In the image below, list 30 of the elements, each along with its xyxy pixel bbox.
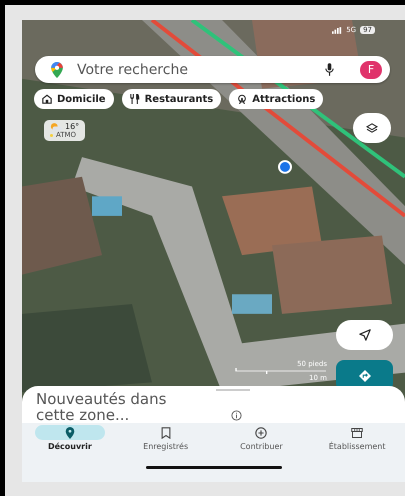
ferris-wheel-icon	[237, 94, 248, 104]
nav-tab[interactable]: Enregistrés	[118, 425, 214, 465]
category-chip[interactable]: Attractions	[229, 89, 324, 109]
layers-icon	[366, 123, 378, 133]
search-placeholder: Votre recherche	[77, 62, 189, 78]
house-icon	[42, 94, 52, 104]
category-chip[interactable]: Restaurants	[122, 89, 222, 109]
map-pin-icon	[64, 426, 76, 438]
microphone-icon[interactable]	[325, 63, 334, 76]
directions-icon	[358, 370, 370, 382]
temperature-label: 16°	[65, 122, 80, 131]
account-avatar[interactable]: F	[360, 60, 382, 78]
signal-icon	[332, 26, 342, 34]
air-quality-dot-icon	[50, 134, 53, 136]
navigation-arrow-icon	[358, 329, 370, 341]
nav-tab[interactable]: Établissement	[309, 425, 405, 465]
bottom-sheet[interactable]: Nouveautés dans cette zone...	[22, 386, 405, 423]
nav-tab[interactable]: Contribuer	[214, 425, 310, 465]
location-button[interactable]	[336, 320, 393, 350]
category-chip[interactable]: Domicile	[34, 89, 114, 109]
cutlery-icon	[130, 94, 140, 104]
sheet-title: Nouveautés dans cette zone...	[36, 391, 168, 423]
info-icon[interactable]	[231, 410, 242, 421]
search-bar[interactable]: Votre recherche F	[35, 56, 390, 83]
bookmark-icon	[160, 426, 172, 438]
storefront-icon	[351, 426, 364, 438]
sun-cloud-icon	[50, 122, 62, 131]
map-pin-logo-icon	[51, 62, 63, 78]
nav-tab[interactable]: Découvrir	[22, 425, 118, 465]
plus-circle-icon	[255, 426, 268, 438]
